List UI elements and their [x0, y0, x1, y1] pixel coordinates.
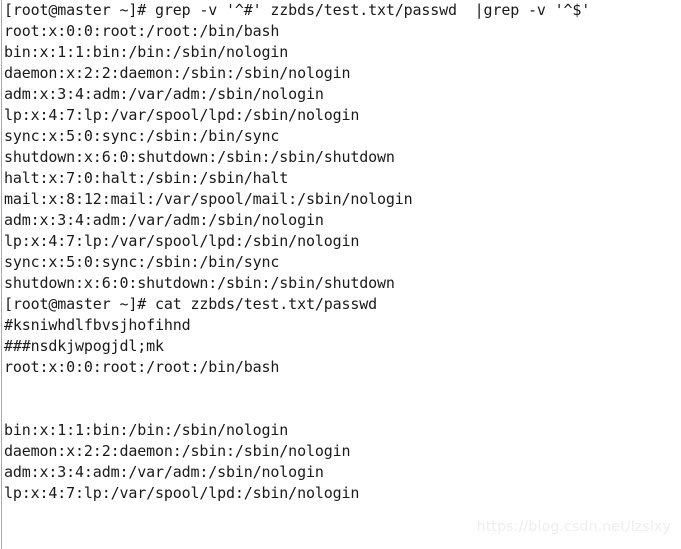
terminal-line: sync:x:5:0:sync:/sbin:/bin/sync [4, 253, 280, 271]
terminal-line: bin:x:1:1:bin:/bin:/sbin/nologin [4, 43, 289, 61]
terminal-line: lp:x:4:7:lp:/var/spool/lpd:/sbin/nologin [4, 232, 360, 250]
terminal-line: #ksniwhdlfbvsjhofihnd [4, 316, 191, 334]
terminal-line: shutdown:x:6:0:shutdown:/sbin:/sbin/shut… [4, 274, 395, 292]
terminal-line: bin:x:1:1:bin:/bin:/sbin/nologin [4, 421, 289, 439]
terminal-line: lp:x:4:7:lp:/var/spool/lpd:/sbin/nologin [4, 484, 360, 502]
terminal-line: adm:x:3:4:adm:/var/adm:/sbin/nologin [4, 463, 324, 481]
terminal-line: [root@master ~]# cat zzbds/test.txt/pass… [4, 295, 377, 313]
terminal-line: halt:x:7:0:halt:/sbin:/sbin/halt [4, 169, 289, 187]
terminal-line: sync:x:5:0:sync:/sbin:/bin/sync [4, 127, 280, 145]
terminal-line: root:x:0:0:root:/root:/bin/bash [4, 22, 280, 40]
terminal-left-rule [1, 0, 2, 549]
terminal-window[interactable]: [root@master ~]# grep -v '^#' zzbds/test… [0, 0, 681, 549]
terminal-line: adm:x:3:4:adm:/var/adm:/sbin/nologin [4, 85, 324, 103]
terminal-line: lp:x:4:7:lp:/var/spool/lpd:/sbin/nologin [4, 106, 360, 124]
terminal-line: daemon:x:2:2:daemon:/sbin:/sbin/nologin [4, 64, 351, 82]
terminal-output[interactable]: [root@master ~]# grep -v '^#' zzbds/test… [4, 0, 681, 549]
terminal-line: mail:x:8:12:mail:/var/spool/mail:/sbin/n… [4, 190, 413, 208]
terminal-line: daemon:x:2:2:daemon:/sbin:/sbin/nologin [4, 442, 351, 460]
terminal-line: shutdown:x:6:0:shutdown:/sbin:/sbin/shut… [4, 148, 395, 166]
terminal-line: ###nsdkjwpogjdl;mk [4, 337, 164, 355]
terminal-line: [root@master ~]# grep -v '^#' zzbds/test… [4, 1, 591, 19]
terminal-line: root:x:0:0:root:/root:/bin/bash [4, 358, 280, 376]
terminal-line: adm:x:3:4:adm:/var/adm:/sbin/nologin [4, 211, 324, 229]
